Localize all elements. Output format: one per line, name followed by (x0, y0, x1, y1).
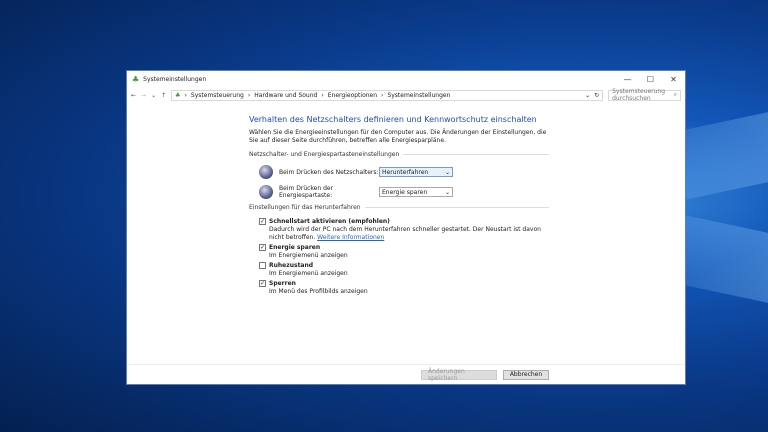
option-description: Dadurch wird der PC nach dem Herunterfah… (269, 226, 541, 241)
breadcrumb-systemeinstellungen[interactable]: Systemeinstellungen (387, 92, 450, 99)
address-bar[interactable]: ♣ › Systemsteuerung › Hardware und Sound… (171, 89, 604, 101)
sleep-checkbox[interactable]: ✓ Energie sparen (259, 243, 549, 252)
breadcrumb-hardware-sound[interactable]: Hardware und Sound (254, 92, 317, 99)
option-description: Im Menü des Profilbilds anzeigen (269, 288, 368, 295)
option-description: Im Energiemenü anzeigen (269, 252, 348, 259)
breadcrumb-separator: › (184, 91, 187, 99)
forward-arrow-icon[interactable]: → (141, 92, 146, 99)
power-button-row: Beim Drücken des Netzschalters: Herunter… (259, 164, 549, 180)
checkbox-label: Sperren (269, 280, 296, 287)
checkbox-checked[interactable]: ✓ (259, 280, 266, 287)
more-info-link[interactable]: Weitere Informationen (317, 234, 384, 241)
cancel-button[interactable]: Abbrechen (503, 369, 549, 380)
control-panel-icon: ♣ (132, 75, 140, 84)
hibernate-checkbox[interactable]: Ruhezustand (259, 261, 549, 270)
sleep-button-select[interactable]: Energie sparen ⌄ (379, 187, 453, 197)
sleep-button-label: Beim Drücken der Energiespartaste: (279, 185, 334, 199)
chevron-down-icon: ⌄ (444, 168, 450, 176)
power-button-select[interactable]: Herunterfahren ⌄ (379, 167, 453, 177)
system-settings-window: ♣ Systemeinstellungen — ☐ ✕ ← → ⌄ ↑ ♣ › … (126, 70, 686, 385)
control-panel-icon: ♣ (175, 91, 181, 99)
checkbox-label: Energie sparen (269, 244, 321, 251)
checkbox-unchecked[interactable] (259, 262, 266, 269)
sleep-button-value: Energie sparen (382, 188, 428, 196)
checkbox-label: Schnellstart aktivieren (empfohlen) (269, 218, 390, 225)
save-changes-button[interactable]: Änderungen speichern (421, 368, 497, 382)
search-input[interactable]: Systemsteuerung durchsuchen ⌕ (608, 88, 681, 102)
fast-startup-description: Dadurch wird der PC nach dem Herunterfah… (269, 226, 549, 242)
chevron-down-icon: ⌄ (444, 188, 450, 196)
address-row: ← → ⌄ ↑ ♣ › Systemsteuerung › Hardware u… (127, 88, 685, 102)
page-description: Wählen Sie die Energieeinstellungen für … (249, 129, 547, 144)
power-button-icon (259, 165, 273, 179)
power-button-value: Herunterfahren (382, 168, 429, 176)
section-title: Einstellungen für das Herunterfahren (249, 204, 361, 211)
breadcrumb-separator: › (381, 91, 384, 99)
lock-checkbox[interactable]: ✓ Sperren (259, 279, 549, 288)
content: Verhalten des Netzschalters definieren u… (249, 115, 549, 297)
recent-locations-icon[interactable]: ⌄ (151, 92, 156, 99)
checkbox-checked[interactable]: ✓ (259, 244, 266, 251)
section-title: Netzschalter- und Energiespartasteneinst… (249, 151, 400, 158)
title-bar[interactable]: ♣ Systemeinstellungen — ☐ ✕ (127, 71, 685, 88)
section-header-shutdown: Einstellungen für das Herunterfahren (249, 204, 549, 211)
breadcrumb-energieoptionen[interactable]: Energieoptionen (328, 92, 377, 99)
refresh-icon[interactable]: ↻ (594, 92, 599, 99)
sleep-button-row: Beim Drücken der Energiespartaste: Energ… (259, 184, 549, 200)
section-header-buttons: Netzschalter- und Energiespartasteneinst… (249, 151, 549, 158)
option-description: Im Energiemenü anzeigen (269, 270, 348, 277)
up-arrow-icon[interactable]: ↑ (161, 92, 166, 99)
checkbox-label: Ruhezustand (269, 262, 314, 269)
breadcrumb-separator: › (247, 91, 251, 99)
breadcrumb-systemsteuerung[interactable]: Systemsteuerung (191, 92, 244, 99)
window-title: Systemeinstellungen (143, 76, 207, 83)
checkbox-checked[interactable]: ✓ (259, 218, 266, 225)
fast-startup-checkbox[interactable]: ✓ Schnellstart aktivieren (empfohlen) (259, 217, 549, 226)
close-button[interactable]: ✕ (662, 75, 685, 84)
power-button-label: Beim Drücken des Netzschalters: (279, 168, 379, 176)
address-dropdown-icon[interactable]: ⌄ (585, 92, 590, 99)
search-icon[interactable]: ⌕ (674, 91, 677, 99)
footer: Änderungen speichern Abbrechen (127, 364, 685, 384)
sleep-button-icon (259, 185, 273, 199)
minimize-button[interactable]: — (616, 75, 639, 84)
maximize-button[interactable]: ☐ (639, 75, 662, 84)
breadcrumb-separator: › (321, 91, 324, 99)
page-title: Verhalten des Netzschalters definieren u… (249, 115, 537, 124)
search-placeholder: Systemsteuerung durchsuchen (612, 88, 666, 102)
back-arrow-icon[interactable]: ← (131, 92, 136, 99)
